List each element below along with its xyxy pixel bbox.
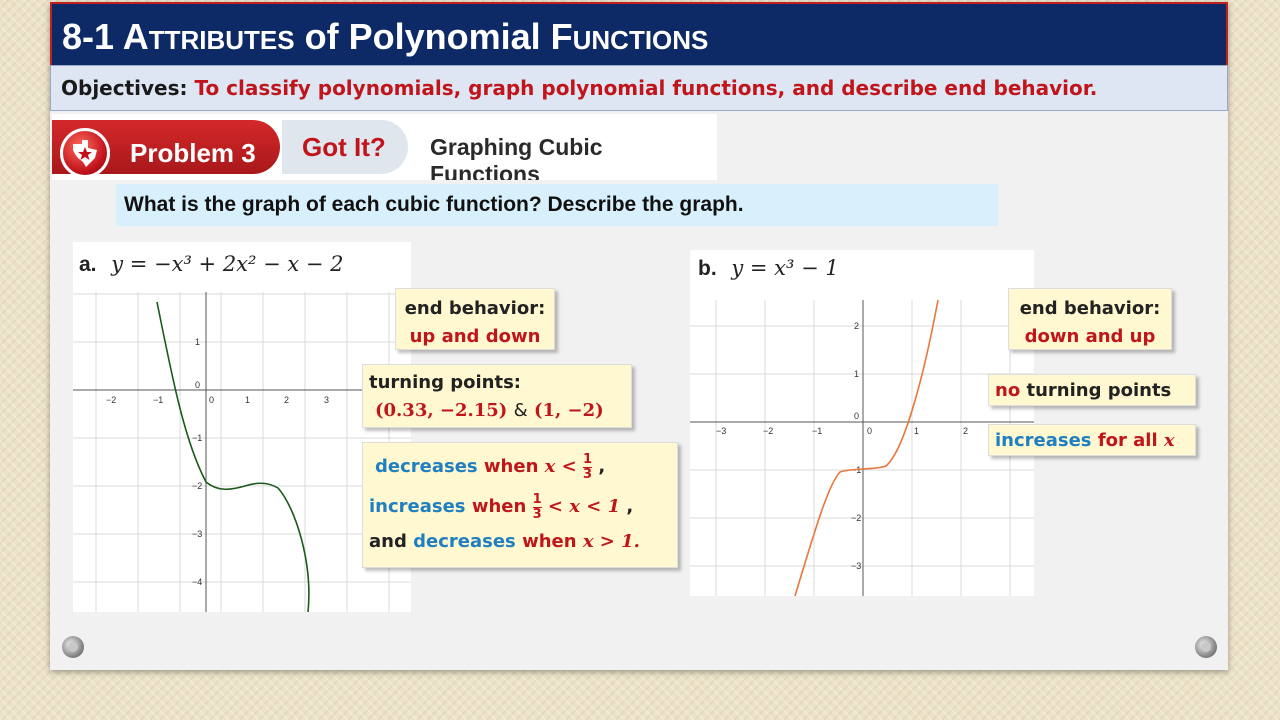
graph-a-card: a. y = −x³ + 2x² − x − 2 −2 −1 0 1 2 3 1… bbox=[73, 242, 411, 612]
graph-a-ytick: −2 bbox=[192, 481, 202, 491]
texas-star-icon bbox=[60, 128, 110, 178]
graph-b-xtick: −2 bbox=[763, 426, 773, 436]
graph-b-xtick: 2 bbox=[963, 426, 968, 436]
graph-b-curve bbox=[794, 300, 939, 596]
objectives-text: To classify polynomials, graph polynomia… bbox=[194, 76, 1098, 100]
graph-a-grid bbox=[73, 292, 411, 612]
problem-tab: Problem 3 bbox=[52, 120, 280, 178]
graph-b-xtick: 0 bbox=[867, 426, 872, 436]
graph-b-plot: −3 −2 −1 0 1 2 3 2 1 0 −1 −2 −3 bbox=[690, 300, 1034, 596]
slide: 8-1 ATTRIBUTES of Polynomial FUNCTIONS O… bbox=[50, 2, 1228, 670]
title-bar: 8-1 ATTRIBUTES of Polynomial FUNCTIONS bbox=[50, 2, 1228, 65]
objectives-label: Objectives: bbox=[61, 76, 188, 100]
graph-a-xtick: 0 bbox=[209, 395, 214, 405]
part-b-letter: b. bbox=[698, 257, 717, 280]
graph-b-ytick: −3 bbox=[851, 561, 861, 571]
graph-a-plot: −2 −1 0 1 2 3 1 0 −1 −2 −3 −4 bbox=[73, 292, 411, 612]
graph-b-ytick: 2 bbox=[854, 321, 859, 331]
graph-a-xtick: 1 bbox=[245, 395, 250, 405]
graph-a-axes bbox=[73, 292, 411, 612]
part-a-letter: a. bbox=[79, 253, 97, 276]
equation-a-text: y = −x³ + 2x² − x − 2 bbox=[111, 252, 344, 276]
graph-a-ytick: −3 bbox=[192, 529, 202, 539]
graph-b-xtick: −3 bbox=[716, 426, 726, 436]
page-title: 8-1 ATTRIBUTES of Polynomial FUNCTIONS bbox=[62, 16, 709, 57]
graph-b-axes bbox=[690, 300, 1034, 596]
graph-b-ytick: −2 bbox=[851, 513, 861, 523]
graph-a-xtick: −2 bbox=[106, 395, 116, 405]
objectives-bar: Objectives: To classify polynomials, gra… bbox=[50, 65, 1228, 111]
problem-banner: Problem 3 Got It? Graphing Cubic Functio… bbox=[52, 114, 717, 180]
equation-b-text: y = x³ − 1 bbox=[731, 256, 839, 280]
graph-b-card: b. y = x³ − 1 −3 −2 −1 0 1 2 2 1 0 −1 −2… bbox=[690, 250, 1034, 596]
note-a-end-behavior: end behavior: up and down bbox=[395, 288, 555, 350]
problem-label: Problem 3 bbox=[130, 138, 256, 168]
note-a-intervals: decreases when x < 13 , increases when 1… bbox=[362, 442, 678, 568]
graph-a-xtick: 3 bbox=[324, 395, 329, 405]
pin-icon bbox=[62, 636, 84, 658]
graph-a-ytick: 1 bbox=[195, 337, 200, 347]
graph-a-ytick: −4 bbox=[192, 577, 202, 587]
note-b-end-behavior: end behavior: down and up bbox=[1008, 288, 1172, 350]
note-b-turning-points: no turning points bbox=[988, 374, 1196, 406]
graph-a-ytick: −1 bbox=[192, 433, 202, 443]
question-box: What is the graph of each cubic function… bbox=[116, 184, 998, 226]
note-a-turning-points: turning points: (0.33, −2.15) & (1, −2) bbox=[362, 364, 632, 428]
got-it-label: Got It? bbox=[302, 132, 386, 162]
graph-a-xtick: 2 bbox=[284, 395, 289, 405]
got-it-tab: Got It? bbox=[282, 120, 408, 174]
equation-b: b. y = x³ − 1 bbox=[698, 256, 839, 281]
graph-b-ytick: 1 bbox=[854, 369, 859, 379]
graph-a-ytick: 0 bbox=[195, 380, 200, 390]
graph-b-xtick: 1 bbox=[914, 426, 919, 436]
topic-label: Graphing Cubic Functions bbox=[430, 134, 603, 180]
graph-b-ytick: 0 bbox=[854, 411, 859, 421]
graph-b-grid bbox=[690, 300, 1034, 596]
graph-a-xtick: −1 bbox=[153, 395, 163, 405]
pin-icon bbox=[1195, 636, 1217, 658]
graph-b-xtick: −1 bbox=[812, 426, 822, 436]
note-b-increasing: increases for all x bbox=[988, 424, 1196, 456]
equation-a: a. y = −x³ + 2x² − x − 2 bbox=[79, 252, 344, 277]
